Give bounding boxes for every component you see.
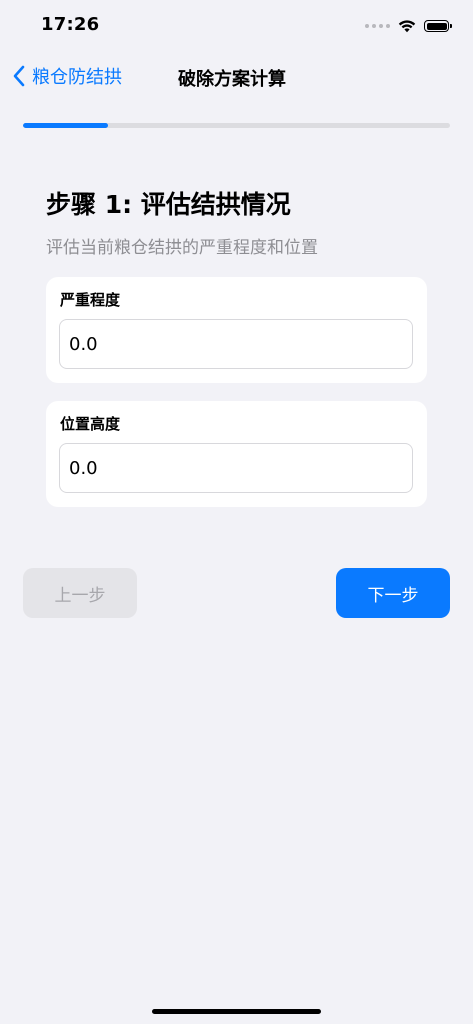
home-indicator[interactable] <box>152 1009 321 1014</box>
back-button[interactable]: 粮仓防结拱 <box>12 60 122 92</box>
status-time: 17:26 <box>41 14 100 35</box>
previous-step-button[interactable]: 上一步 <box>23 568 137 618</box>
next-step-button[interactable]: 下一步 <box>336 568 450 618</box>
status-bar: 17:26 <box>0 0 473 50</box>
progress-fill <box>23 123 109 128</box>
progress-bar <box>23 123 450 128</box>
wifi-icon <box>398 20 416 33</box>
battery-icon <box>424 20 452 32</box>
cellular-signal-icon <box>365 24 390 28</box>
step-title: 步骤 1: 评估结拱情况 <box>46 190 291 219</box>
chevron-left-icon <box>13 65 25 87</box>
severity-card: 严重程度 <box>46 277 427 383</box>
page-title: 破除方案计算 <box>178 69 286 90</box>
step-description: 评估当前粮仓结拱的严重程度和位置 <box>46 238 318 258</box>
status-indicators <box>365 16 452 36</box>
navigation-bar: 粮仓防结拱 破除方案计算 <box>0 52 473 100</box>
back-button-label: 粮仓防结拱 <box>32 67 122 88</box>
position-height-input[interactable] <box>59 443 413 493</box>
severity-label: 严重程度 <box>60 291 121 309</box>
severity-input[interactable] <box>59 319 413 369</box>
position-height-label: 位置高度 <box>60 415 121 433</box>
position-height-card: 位置高度 <box>46 401 427 507</box>
